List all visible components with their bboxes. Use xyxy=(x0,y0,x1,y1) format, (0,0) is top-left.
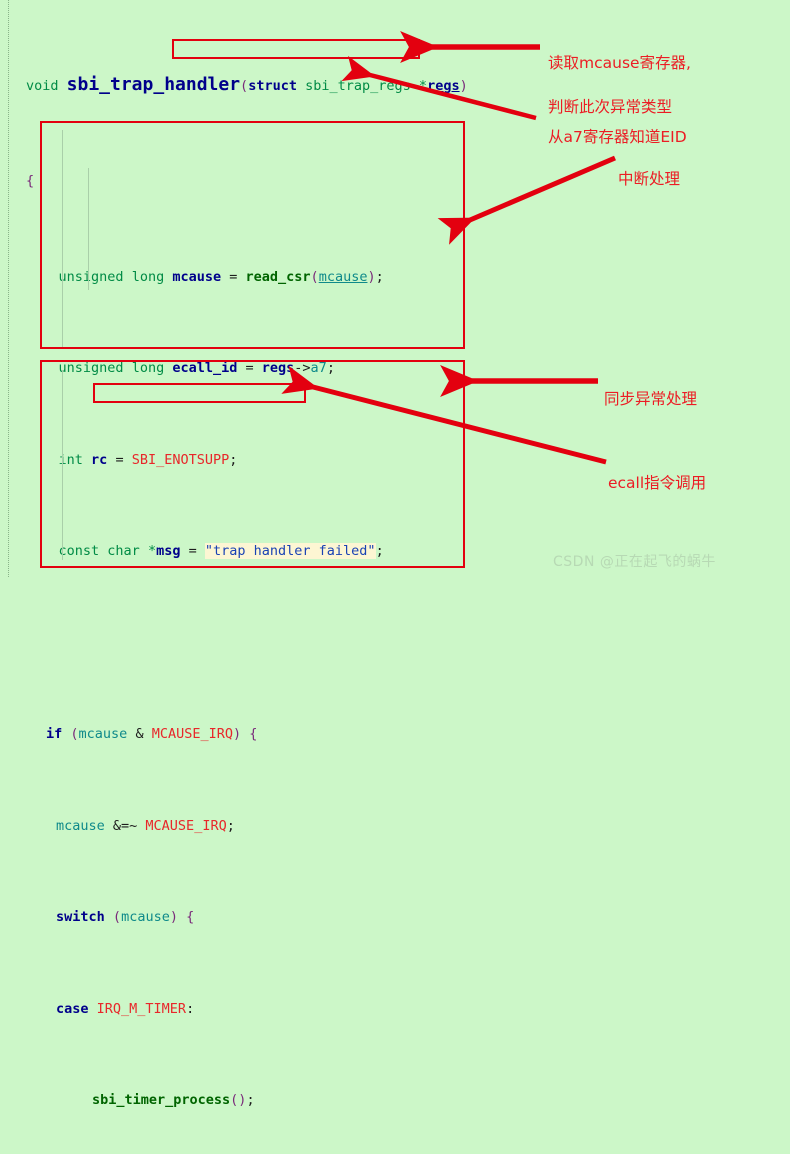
code-line-if-irq: if (mcause & MCAUSE_IRQ) { xyxy=(46,726,258,743)
token-case: case xyxy=(56,1000,89,1017)
highlight-box-irq-block xyxy=(40,121,465,349)
screenshot-root: void sbi_trap_handler(struct sbi_trap_re… xyxy=(0,0,790,1108)
token-mcause-irq: MCAUSE_IRQ xyxy=(151,726,233,743)
code-line-blank-1 xyxy=(0,634,500,652)
annotation-irq-handling: 中断处理 xyxy=(618,146,680,212)
watermark: CSDN @正在起飞的蜗牛 xyxy=(553,554,716,570)
highlight-box-supervisor-ecall xyxy=(93,383,306,403)
highlight-box-read-csr xyxy=(172,39,420,59)
token-paren-open: ( xyxy=(240,78,249,95)
token-irq-m-timer: IRQ_M_TIMER xyxy=(96,1000,187,1017)
token-paren-close: ) xyxy=(459,78,468,95)
token-struct: struct xyxy=(248,78,297,95)
token-param-name: regs xyxy=(427,78,460,95)
annotation-irq-handling-line1: 中断处理 xyxy=(618,170,681,188)
annotation-a7-eid-line1: 从a7寄存器知道EID xyxy=(548,128,687,146)
code-line-switch-irq: switch (mcause) { xyxy=(56,909,195,926)
token-function-name: sbi_trap_handler xyxy=(66,74,241,96)
code-line-case-timer: case IRQ_M_TIMER: xyxy=(56,1000,195,1017)
annotation-sync-exception: 同步异常处理 xyxy=(604,366,697,432)
token-sbi-timer-process: sbi_timer_process xyxy=(92,1092,231,1109)
token-if: if xyxy=(46,726,63,743)
token-switch: switch xyxy=(56,909,105,926)
annotation-ecall-call: ecall指令调用 xyxy=(608,450,706,516)
token-mcause-switch: mcause xyxy=(121,909,170,926)
code-line-signature: void sbi_trap_handler(struct sbi_trap_re… xyxy=(0,73,500,97)
token-mcause-clear: mcause xyxy=(56,817,105,834)
annotation-sync-exception-line1: 同步异常处理 xyxy=(604,390,698,408)
annotation-ecall-call-line1: ecall指令调用 xyxy=(608,474,707,492)
annotation-read-mcause-line1: 读取mcause寄存器, xyxy=(548,54,691,72)
token-star: * xyxy=(418,78,428,95)
code-line-mcause-clear: mcause &=~ MCAUSE_IRQ; xyxy=(56,817,235,834)
token-mcause-if: mcause xyxy=(78,726,128,743)
token-void: void xyxy=(26,78,59,95)
token-param-type: sbi_trap_regs xyxy=(305,78,411,95)
token-mcause-irq-2: MCAUSE_IRQ xyxy=(145,817,227,834)
code-line-timer-process: sbi_timer_process(); xyxy=(92,1092,255,1109)
